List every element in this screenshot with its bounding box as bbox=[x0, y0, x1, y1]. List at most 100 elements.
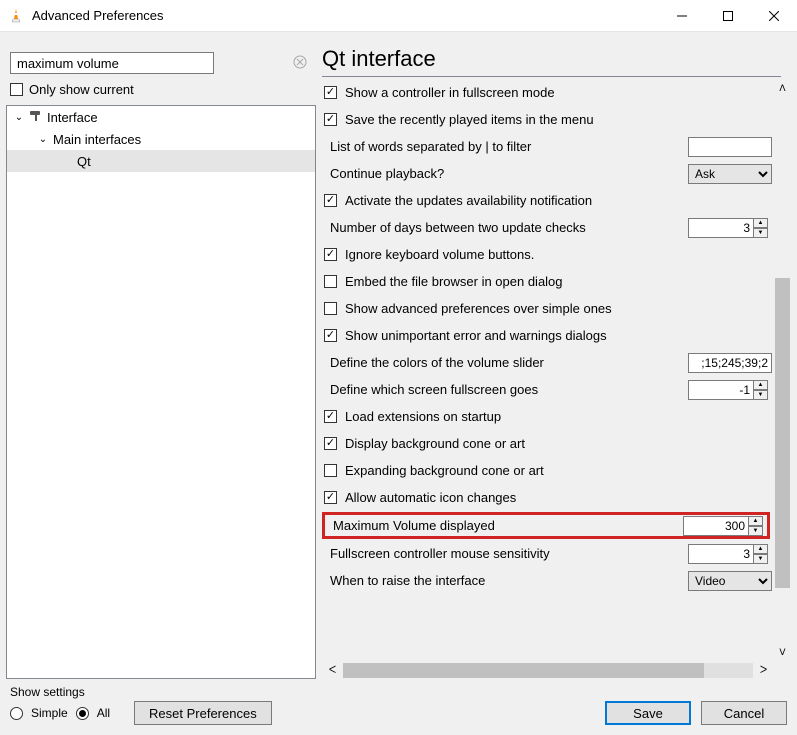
option-label: List of words separated by | to filter bbox=[324, 139, 688, 154]
option-row: List of words separated by | to filter bbox=[322, 133, 772, 160]
maximize-button[interactable] bbox=[705, 0, 751, 32]
radio-all[interactable] bbox=[76, 707, 89, 720]
reset-preferences-button[interactable]: Reset Preferences bbox=[134, 701, 272, 725]
option-checkbox[interactable] bbox=[324, 113, 337, 126]
scroll-left-icon[interactable]: ᐸ bbox=[324, 665, 341, 676]
option-label: Embed the file browser in open dialog bbox=[339, 274, 772, 289]
chevron-down-icon[interactable]: ⌄ bbox=[13, 112, 25, 123]
option-label: Show advanced preferences over simple on… bbox=[339, 301, 772, 316]
option-checkbox[interactable] bbox=[324, 410, 337, 423]
window-title: Advanced Preferences bbox=[32, 8, 659, 23]
spinner-down-icon[interactable]: ▼ bbox=[754, 390, 768, 400]
option-text-input[interactable] bbox=[688, 353, 772, 373]
option-spinner-input[interactable] bbox=[688, 544, 754, 564]
app-icon bbox=[8, 8, 24, 24]
option-row: Number of days between two update checks… bbox=[322, 214, 772, 241]
tree-item-label: Qt bbox=[77, 154, 91, 169]
tree-item-main-interfaces[interactable]: ⌄ Main interfaces bbox=[7, 128, 315, 150]
option-row: Allow automatic icon changes bbox=[322, 484, 772, 511]
scroll-down-icon[interactable]: ᐯ bbox=[775, 645, 790, 660]
option-checkbox[interactable] bbox=[324, 248, 337, 261]
option-label: Expanding background cone or art bbox=[339, 463, 772, 478]
minimize-button[interactable] bbox=[659, 0, 705, 32]
only-show-current-checkbox[interactable] bbox=[10, 83, 23, 96]
radio-all-label: All bbox=[97, 706, 110, 720]
spinner-up-icon[interactable]: ▲ bbox=[754, 218, 768, 228]
scroll-right-icon[interactable]: ᐳ bbox=[755, 665, 772, 676]
option-label: Define which screen fullscreen goes bbox=[324, 382, 688, 397]
close-button[interactable] bbox=[751, 0, 797, 32]
option-checkbox[interactable] bbox=[324, 329, 337, 342]
option-select[interactable]: Video bbox=[688, 571, 772, 591]
option-spinner-input[interactable] bbox=[683, 516, 749, 536]
option-row: When to raise the interfaceVideo bbox=[322, 567, 772, 594]
option-checkbox[interactable] bbox=[324, 194, 337, 207]
roller-icon bbox=[29, 109, 43, 126]
sidebar: Only show current ⌄ Interface ⌄ Main int… bbox=[6, 38, 316, 679]
option-label: Display background cone or art bbox=[339, 436, 772, 451]
only-show-current-label: Only show current bbox=[29, 82, 134, 97]
option-checkbox[interactable] bbox=[324, 491, 337, 504]
option-checkbox[interactable] bbox=[324, 86, 337, 99]
option-select[interactable]: Ask bbox=[688, 164, 772, 184]
option-label: Maximum Volume displayed bbox=[327, 518, 683, 533]
option-spinner-input[interactable] bbox=[688, 380, 754, 400]
option-label: Ignore keyboard volume buttons. bbox=[339, 247, 772, 262]
scrollbar-thumb[interactable] bbox=[775, 278, 790, 588]
clear-search-icon[interactable] bbox=[292, 54, 308, 70]
radio-simple[interactable] bbox=[10, 707, 23, 720]
vertical-scrollbar[interactable]: ᐱ ᐯ bbox=[774, 79, 791, 662]
spinner-up-icon[interactable]: ▲ bbox=[754, 380, 768, 390]
option-checkbox[interactable] bbox=[324, 302, 337, 315]
tree-item-qt[interactable]: Qt bbox=[7, 150, 315, 172]
option-row: Fullscreen controller mouse sensitivity ▲… bbox=[322, 540, 772, 567]
settings-panel: Qt interface Show a controller in fullsc… bbox=[322, 38, 791, 679]
option-label: When to raise the interface bbox=[324, 573, 688, 588]
option-row: Load extensions on startup bbox=[322, 403, 772, 430]
option-row: Maximum Volume displayed ▲▼ bbox=[322, 512, 770, 539]
tree-item-label: Main interfaces bbox=[53, 132, 141, 147]
option-row: Show a controller in fullscreen mode bbox=[322, 79, 772, 106]
options-pane: Show a controller in fullscreen mode Save… bbox=[322, 79, 774, 662]
spinner-up-icon[interactable]: ▲ bbox=[749, 516, 763, 526]
option-label: Save the recently played items in the me… bbox=[339, 112, 772, 127]
option-row: Embed the file browser in open dialog bbox=[322, 268, 772, 295]
footer: Show settings Simple All Reset Preferenc… bbox=[0, 679, 797, 735]
title-bar: Advanced Preferences bbox=[0, 0, 797, 32]
radio-simple-label: Simple bbox=[31, 706, 68, 720]
search-input[interactable] bbox=[10, 52, 214, 74]
option-label: Activate the updates availability notifi… bbox=[339, 193, 772, 208]
option-row: Activate the updates availability notifi… bbox=[322, 187, 772, 214]
option-label: Fullscreen controller mouse sensitivity bbox=[324, 546, 688, 561]
option-label: Continue playback? bbox=[324, 166, 688, 181]
settings-tree[interactable]: ⌄ Interface ⌄ Main interfaces Qt bbox=[6, 105, 316, 679]
option-text-input[interactable] bbox=[688, 137, 772, 157]
option-checkbox[interactable] bbox=[324, 464, 337, 477]
spinner-down-icon[interactable]: ▼ bbox=[749, 526, 763, 536]
option-row: Ignore keyboard volume buttons. bbox=[322, 241, 772, 268]
page-title: Qt interface bbox=[322, 38, 791, 76]
tree-item-interface[interactable]: ⌄ Interface bbox=[7, 106, 315, 128]
option-label: Show a controller in fullscreen mode bbox=[339, 85, 772, 100]
option-row: Show unimportant error and warnings dial… bbox=[322, 322, 772, 349]
scroll-up-icon[interactable]: ᐱ bbox=[775, 81, 790, 96]
option-row: Save the recently played items in the me… bbox=[322, 106, 772, 133]
option-label: Number of days between two update checks bbox=[324, 220, 688, 235]
scrollbar-thumb[interactable] bbox=[343, 663, 704, 678]
spinner-down-icon[interactable]: ▼ bbox=[754, 228, 768, 238]
horizontal-scrollbar[interactable]: ᐸ ᐳ bbox=[322, 662, 774, 679]
spinner-down-icon[interactable]: ▼ bbox=[754, 554, 768, 564]
option-row: Show advanced preferences over simple on… bbox=[322, 295, 772, 322]
option-row: Define the colors of the volume slider bbox=[322, 349, 772, 376]
option-checkbox[interactable] bbox=[324, 437, 337, 450]
option-row: Define which screen fullscreen goes ▲▼ bbox=[322, 376, 772, 403]
cancel-button[interactable]: Cancel bbox=[701, 701, 787, 725]
spinner-up-icon[interactable]: ▲ bbox=[754, 544, 768, 554]
tree-item-label: Interface bbox=[47, 110, 98, 125]
option-label: Load extensions on startup bbox=[339, 409, 772, 424]
chevron-down-icon[interactable]: ⌄ bbox=[37, 134, 49, 145]
save-button[interactable]: Save bbox=[605, 701, 691, 725]
show-settings-label: Show settings bbox=[10, 685, 272, 699]
option-spinner-input[interactable] bbox=[688, 218, 754, 238]
option-checkbox[interactable] bbox=[324, 275, 337, 288]
